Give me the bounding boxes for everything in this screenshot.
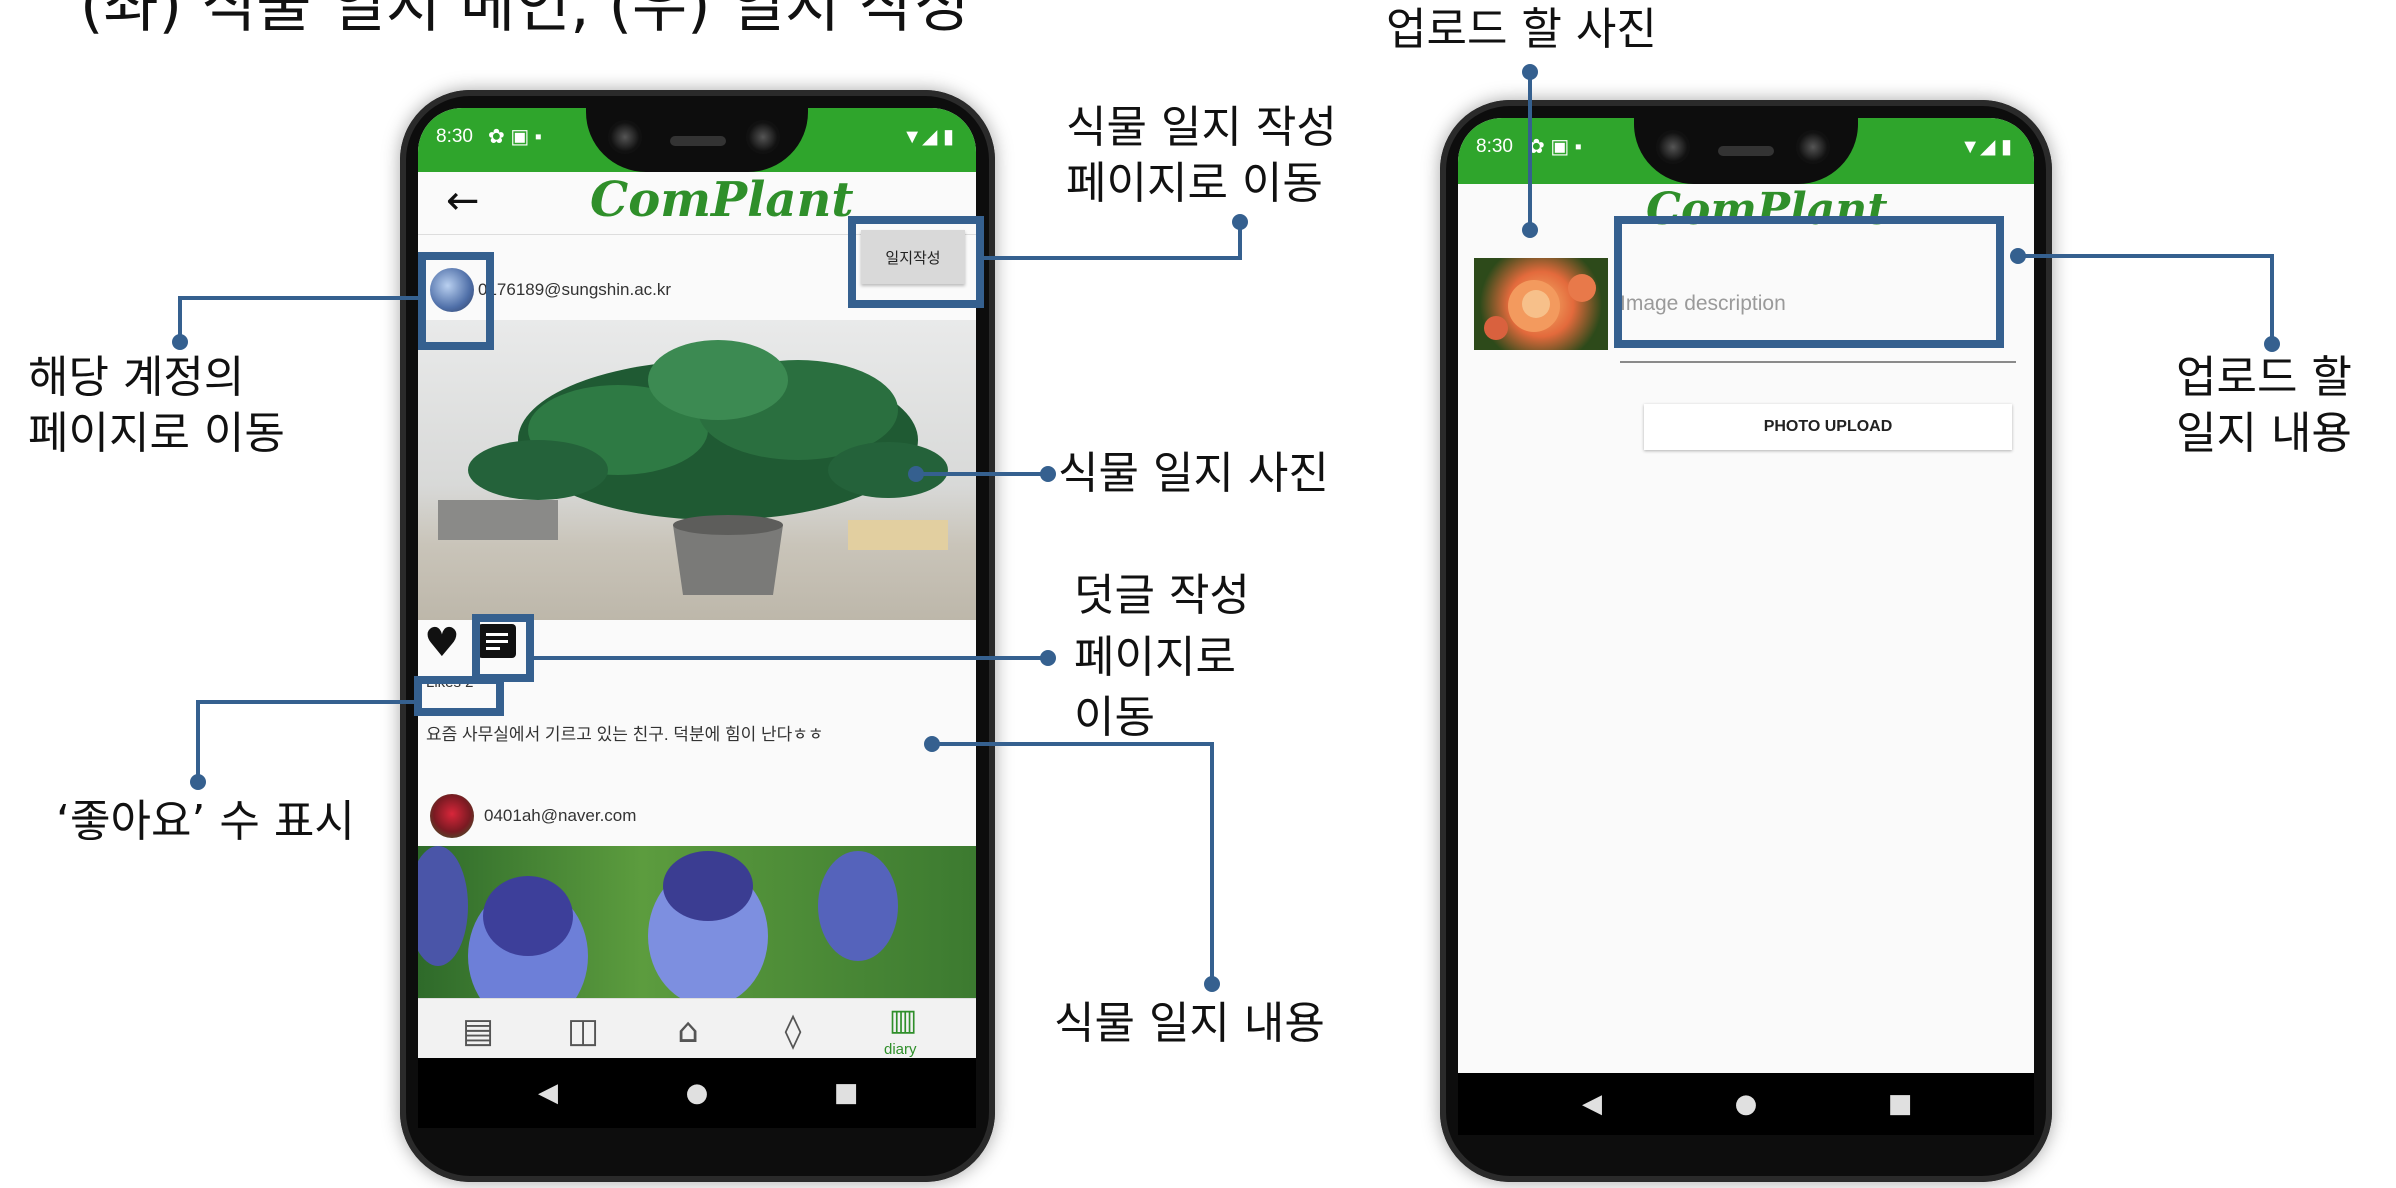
comment-icon-highlight-box bbox=[472, 614, 534, 682]
recents-nav-icon[interactable]: ■ bbox=[826, 1078, 866, 1108]
user-avatar[interactable] bbox=[430, 794, 474, 838]
camera-notch bbox=[1634, 118, 1858, 184]
speaker-grille bbox=[1718, 146, 1774, 156]
callout-line bbox=[1528, 72, 1532, 228]
post-user-email: 0401ah@naver.com bbox=[484, 806, 637, 825]
like-heart-icon[interactable]: ♥ bbox=[424, 618, 460, 668]
callout-dot bbox=[1040, 650, 1056, 666]
callout-dot bbox=[1522, 222, 1538, 238]
callout-dot bbox=[172, 334, 188, 350]
callout-line bbox=[2018, 254, 2274, 258]
status-icons: ✿ ▣ ▪ bbox=[488, 126, 542, 148]
description-highlight-box bbox=[1614, 216, 2004, 348]
page-heading: (좌) 식물 일지 메인, (우) 일지 작성 bbox=[80, 0, 970, 41]
back-button[interactable]: ← bbox=[446, 176, 480, 226]
chat-icon[interactable]: ▤ bbox=[448, 1011, 508, 1051]
signal-battery-icon: ▼◢ ▮ bbox=[1960, 136, 2012, 158]
callout-label-upload-content-l1: 업로드 할 bbox=[2176, 352, 2352, 403]
callout-line bbox=[932, 742, 1214, 746]
app-logo: ComPlant bbox=[590, 172, 854, 228]
home-icon[interactable]: ⌂ bbox=[658, 1011, 718, 1051]
recents-nav-icon[interactable]: ■ bbox=[1880, 1089, 1920, 1119]
field-underline bbox=[1620, 361, 2016, 363]
callout-line bbox=[1210, 742, 1214, 982]
callout-label-upload-content-l2: 일지 내용 bbox=[2176, 408, 2352, 459]
signal-battery-icon: ▼◢ ▮ bbox=[902, 126, 954, 148]
photo-upload-button[interactable]: PHOTO UPLOAD bbox=[1644, 404, 2012, 450]
callout-line bbox=[2270, 254, 2274, 344]
front-camera-icon bbox=[1656, 130, 1690, 164]
callout-line bbox=[984, 256, 1240, 260]
home-nav-icon[interactable]: ● bbox=[1726, 1089, 1766, 1119]
diary-nav-label: diary bbox=[884, 1041, 917, 1058]
front-camera-icon bbox=[1796, 130, 1830, 164]
water-drop-icon[interactable]: ◊ bbox=[763, 1011, 823, 1051]
diary-icon[interactable]: ▥ bbox=[873, 1003, 933, 1038]
camera-notch bbox=[586, 108, 808, 172]
bottom-nav: ▤ ◫ ⌂ ◊ ▥ diary bbox=[418, 998, 976, 1058]
callout-label-likes: ‘좋아요’ 수 표시 bbox=[56, 796, 355, 847]
system-nav-bar: ◀ ● ■ bbox=[418, 1058, 976, 1128]
callout-label-content: 식물 일지 내용 bbox=[1054, 998, 1325, 1049]
front-camera-icon bbox=[608, 120, 642, 154]
callout-label-write-l2: 페이지로 이동 bbox=[1066, 158, 1323, 209]
monstera-plant-image bbox=[438, 340, 948, 595]
callout-line bbox=[534, 656, 1042, 660]
callout-label-comment-l2: 페이지로 bbox=[1074, 632, 1236, 683]
callout-label-comment-l1: 덧글 작성 bbox=[1074, 570, 1250, 621]
front-camera-icon bbox=[746, 120, 780, 154]
photo-upload-label: PHOTO UPLOAD bbox=[1763, 418, 1893, 435]
diary-content-text: 요즘 사무실에서 기르고 있는 친구. 덕분에 힘이 난다ㅎㅎ bbox=[426, 725, 824, 744]
callout-line bbox=[180, 296, 418, 300]
speaker-grille bbox=[670, 136, 726, 146]
callout-label-account-l1: 해당 계정의 bbox=[28, 352, 245, 403]
post-user-email: 0176189@sungshin.ac.kr bbox=[478, 280, 672, 299]
back-nav-icon[interactable]: ◀ bbox=[1572, 1089, 1612, 1119]
upload-photo-thumbnail[interactable] bbox=[1474, 258, 1608, 350]
write-button-highlight-box bbox=[848, 216, 984, 308]
book-icon[interactable]: ◫ bbox=[553, 1011, 613, 1051]
callout-dot bbox=[1040, 466, 1056, 482]
diary-photo bbox=[418, 846, 976, 1026]
avatar-highlight-box bbox=[418, 252, 494, 350]
callout-label-comment-l3: 이동 bbox=[1074, 692, 1155, 743]
home-nav-icon[interactable]: ● bbox=[677, 1078, 717, 1108]
callout-label-upload-photo: 업로드 할 사진 bbox=[1386, 4, 1657, 55]
system-nav-bar: ◀ ● ■ bbox=[1458, 1073, 2034, 1135]
callout-line bbox=[198, 700, 414, 704]
callout-dot bbox=[190, 774, 206, 790]
callout-dot bbox=[1232, 214, 1248, 230]
callout-label-photo: 식물 일지 사진 bbox=[1058, 448, 1329, 499]
callout-label-write-l1: 식물 일지 작성 bbox=[1066, 102, 1337, 153]
status-time: 8:30 bbox=[1476, 136, 1513, 157]
status-icons: ✿ ▣ ▪ bbox=[1528, 136, 1582, 158]
callout-line bbox=[916, 472, 1046, 476]
diary-photo bbox=[418, 320, 976, 620]
likes-highlight-box bbox=[414, 676, 504, 716]
back-nav-icon[interactable]: ◀ bbox=[528, 1078, 568, 1108]
callout-dot bbox=[1204, 976, 1220, 992]
callout-line bbox=[196, 700, 200, 780]
callout-label-account-l2: 페이지로 이동 bbox=[28, 408, 285, 459]
status-time: 8:30 bbox=[436, 126, 473, 147]
